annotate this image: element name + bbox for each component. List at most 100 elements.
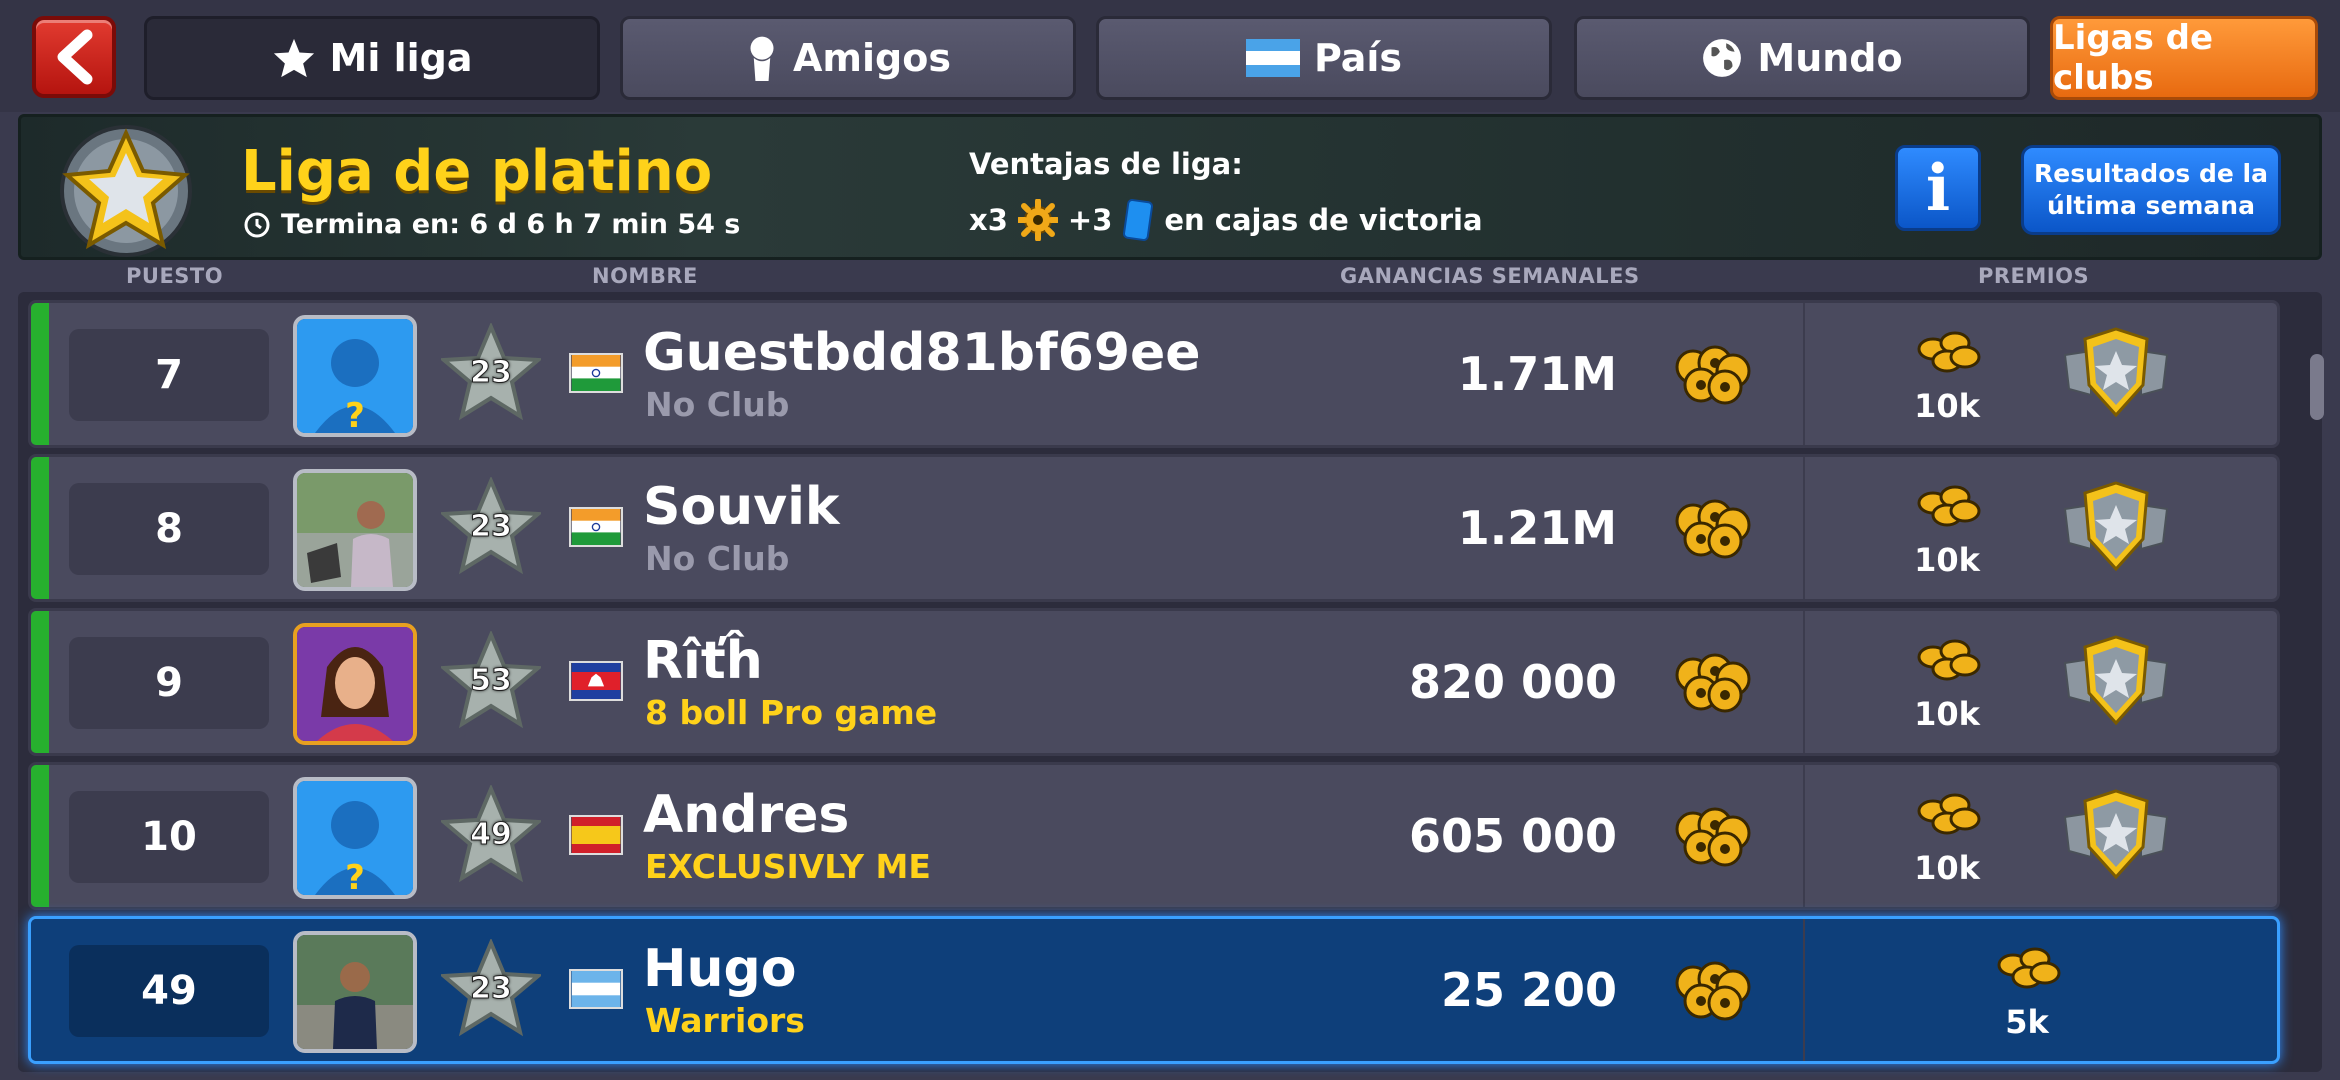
league-perks-title: Ventajas de liga:: [969, 147, 1243, 181]
globe-icon: [1703, 39, 1742, 77]
india-flag-icon: [569, 507, 623, 547]
tab-friends[interactable]: Amigos: [620, 16, 1076, 100]
prize-amount: 10k: [1914, 849, 1980, 887]
coin-stack-icon: [1675, 653, 1751, 713]
prize-coins-icon: [1917, 485, 1981, 527]
prize-amount: 5k: [2005, 1003, 2049, 1041]
prize-divider: [1803, 611, 1805, 753]
promotion-indicator: [31, 611, 49, 753]
default-avatar-icon: ?: [297, 781, 413, 895]
tab-country[interactable]: País: [1096, 16, 1552, 100]
league-banner: Liga de platino Termina en: 6 d 6 h 7 mi…: [18, 114, 2322, 260]
leaderboard-row[interactable]: 8 23 Souvik No Club 1.21M 10k: [28, 454, 2280, 602]
league-perks: x3 +3 en cajas de victoria: [969, 199, 1483, 241]
tab-label: País: [1313, 36, 1403, 80]
player-club: No Club: [645, 385, 790, 424]
avatar[interactable]: [293, 623, 417, 745]
prize-divider: [1803, 457, 1805, 599]
argentina-flag-icon: [569, 969, 623, 1009]
clock-icon: [244, 212, 270, 237]
leaderboard-row-current-player[interactable]: 49 23 Hugo Warriors 25 200 5k: [28, 916, 2280, 1064]
perk-cards: +3: [1067, 203, 1113, 237]
column-header-prizes: PREMIOS: [1978, 264, 2090, 288]
svg-text:?: ?: [345, 396, 365, 433]
player-name: Guestbdd81bf69ee: [643, 323, 1201, 383]
flag-icon: [1245, 39, 1300, 77]
tab-label: Amigos: [793, 36, 951, 80]
photo-avatar-icon: [297, 935, 413, 1049]
promotion-indicator: [31, 457, 49, 599]
weekly-earnings: 1.21M: [1457, 501, 1617, 555]
photo-avatar-icon: [297, 473, 413, 587]
league-countdown: Termina en: 6 d 6 h 7 min 54 s: [243, 209, 740, 240]
weekly-earnings: 1.71M: [1457, 347, 1617, 401]
level-badge: 53: [438, 629, 544, 731]
level-number: 23: [470, 355, 513, 391]
platinum-league-badge-icon: [60, 125, 192, 257]
level-badge: 23: [438, 321, 544, 423]
leaderboard-row[interactable]: 7 ? 23 Guestbdd81bf69ee No Club 1.71M 10…: [28, 300, 2280, 448]
leaderboard-row[interactable]: 9 53 Rîťĥ 8 boll Pro game 820 000 10k: [28, 608, 2280, 756]
person-icon: [750, 36, 774, 81]
countdown-text: Termina en: 6 d 6 h 7 min 54 s: [281, 209, 741, 240]
prize-coins-icon: [1917, 793, 1981, 835]
tab-my-league[interactable]: Mi liga: [144, 16, 600, 100]
avatar[interactable]: ?: [293, 315, 417, 437]
leaderboard-table[interactable]: 7 ? 23 Guestbdd81bf69ee No Club 1.71M 10…: [18, 292, 2324, 1072]
prize-divider: [1803, 765, 1805, 907]
back-button[interactable]: [32, 16, 116, 98]
tab-label: Ligas de clubs: [2053, 18, 2214, 98]
player-name: Souvik: [643, 477, 840, 537]
prize-amount: 10k: [1914, 541, 1980, 579]
last-week-results-button[interactable]: Resultados de la última semana: [2021, 145, 2281, 235]
level-number: 53: [470, 663, 513, 699]
player-club: 8 boll Pro game: [645, 693, 938, 732]
cambodia-flag-icon: [569, 661, 623, 701]
tab-club-leagues[interactable]: Ligas de clubs: [2050, 16, 2318, 100]
coin-stack-icon: [1675, 961, 1751, 1021]
tab-label: Mi liga: [329, 36, 473, 80]
rank-number: 9: [69, 637, 269, 729]
avatar[interactable]: ?: [293, 777, 417, 899]
rank-number: 8: [69, 483, 269, 575]
column-header-earnings: GANANCIAS SEMANALES: [1340, 264, 1640, 288]
card-icon: [1123, 199, 1154, 241]
prize-divider: [1803, 919, 1805, 1061]
league-shield-icon: [2063, 327, 2169, 418]
prize-amount: 10k: [1914, 387, 1980, 425]
level-number: 23: [470, 509, 513, 545]
india-flag-icon: [569, 353, 623, 393]
player-name: Rîťĥ: [643, 631, 763, 691]
info-button[interactable]: i: [1895, 145, 1981, 231]
promotion-indicator: [31, 303, 49, 445]
player-club: No Club: [645, 539, 790, 578]
star-icon: [273, 38, 314, 78]
top-nav-bar: Mi liga Amigos País Mundo Ligas de clubs: [0, 0, 2340, 112]
rank-number: 10: [69, 791, 269, 883]
player-club: Warriors: [645, 1001, 805, 1040]
leaderboard-row[interactable]: 10 ? 49 Andres EXCLUSIVLY ME 605 000 10k: [28, 762, 2280, 910]
prize-coins-icon: [1917, 331, 1981, 373]
avatar[interactable]: [293, 931, 417, 1053]
spain-flag-icon: [569, 815, 623, 855]
coin-stack-icon: [1675, 499, 1751, 559]
avatar[interactable]: [293, 469, 417, 591]
level-badge: 23: [438, 475, 544, 577]
svg-text:?: ?: [345, 858, 365, 895]
cue-pieces-icon: [1017, 199, 1058, 241]
prize-divider: [1803, 303, 1805, 445]
scrollbar-thumb[interactable]: [2310, 354, 2324, 420]
league-shield-icon: [2063, 481, 2169, 572]
level-badge: 23: [438, 937, 544, 1039]
column-header-name: NOMBRE: [592, 264, 698, 288]
weekly-earnings: 820 000: [1408, 655, 1617, 709]
rank-number: 49: [69, 945, 269, 1037]
character-avatar-icon: [297, 627, 413, 741]
league-shield-icon: [2063, 635, 2169, 726]
prize-coins-icon: [1997, 947, 2061, 989]
default-avatar-icon: ?: [297, 319, 413, 433]
row-edge: [31, 919, 49, 1061]
tab-world[interactable]: Mundo: [1574, 16, 2030, 100]
prize-coins-icon: [1917, 639, 1981, 681]
league-shield-icon: [2063, 789, 2169, 880]
